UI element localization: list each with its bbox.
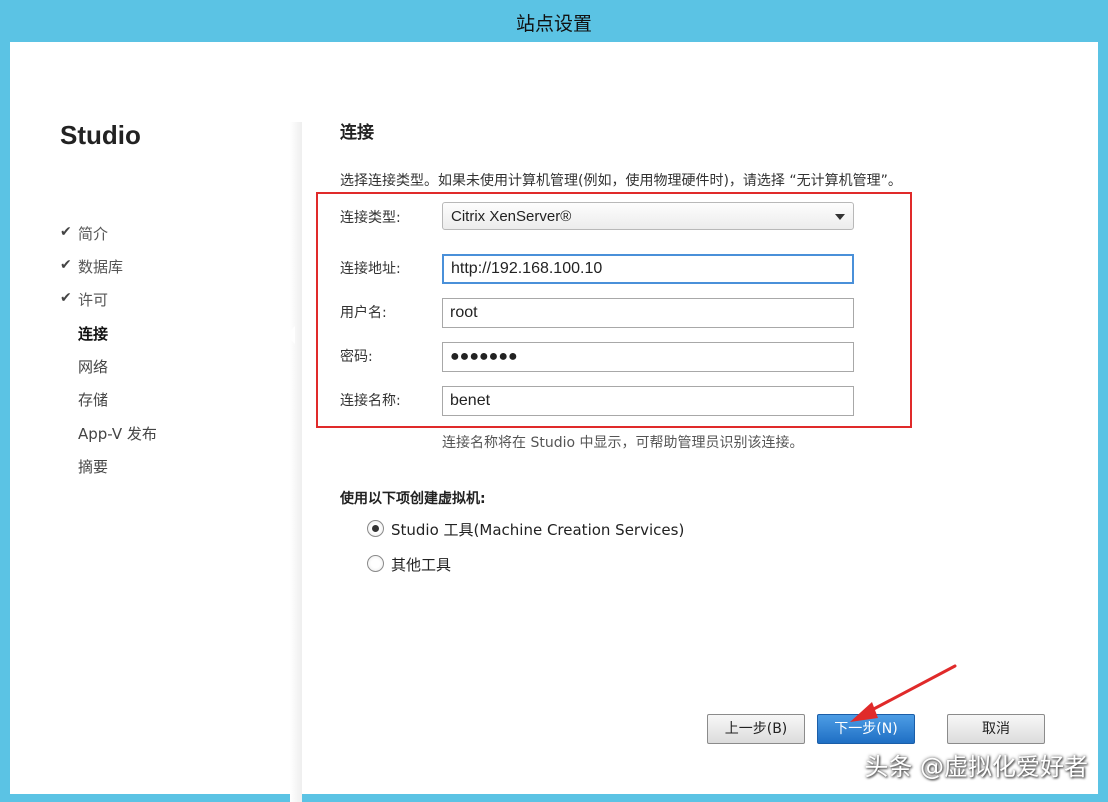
title-bar: 站点设置 xyxy=(0,0,1108,42)
page-description: 选择连接类型。如果未使用计算机管理(例如，使用物理硬件时)，请选择 “无计算机管… xyxy=(340,173,902,189)
connection-name-input[interactable] xyxy=(442,386,854,416)
radio-other-tools-label[interactable]: 其他工具 xyxy=(391,554,451,575)
password-input[interactable] xyxy=(442,342,854,372)
brand-title: Studio xyxy=(60,120,141,150)
username-label: 用户名: xyxy=(340,305,387,321)
back-button[interactable]: 上一步(B) xyxy=(707,714,805,744)
connection-type-label: 连接类型: xyxy=(340,210,401,226)
connection-type-select[interactable]: Citrix XenServer® xyxy=(442,202,854,230)
current-step-pointer xyxy=(286,326,295,344)
radio-studio-tools[interactable] xyxy=(367,520,384,537)
wizard-window: Studio ✔ 简介 ✔ 数据库 ✔ 许可 连接 网络 存储 App-V 发布… xyxy=(10,42,1098,802)
connection-name-label: 连接名称: xyxy=(340,393,401,409)
connection-name-hint: 连接名称将在 Studio 中显示，可帮助管理员识别该连接。 xyxy=(442,435,804,451)
password-label: 密码: xyxy=(340,349,373,365)
page-heading: 连接 xyxy=(340,123,374,143)
radio-studio-tools-label[interactable]: Studio 工具(Machine Creation Services) xyxy=(391,519,684,540)
wizard-sidebar: Studio ✔ 简介 ✔ 数据库 ✔ 许可 连接 网络 存储 App-V 发布… xyxy=(10,42,290,794)
chevron-down-icon xyxy=(835,214,845,220)
checkmark-icon: ✔ xyxy=(60,224,72,240)
vm-creation-label: 使用以下项创建虚拟机: xyxy=(340,491,486,507)
watermark-text: 头条 @虚拟化爱好者 xyxy=(864,753,1088,781)
connection-address-label: 连接地址: xyxy=(340,261,401,277)
checkmark-icon: ✔ xyxy=(60,257,72,273)
pane-divider xyxy=(290,122,302,802)
radio-other-tools[interactable] xyxy=(367,555,384,572)
window-title: 站点设置 xyxy=(515,13,592,35)
cancel-button[interactable]: 取消 xyxy=(947,714,1045,744)
username-input[interactable] xyxy=(442,298,854,328)
checkmark-icon: ✔ xyxy=(60,290,72,306)
connection-address-input[interactable] xyxy=(442,254,854,284)
connection-type-value: Citrix XenServer® xyxy=(451,208,572,225)
next-button[interactable]: 下一步(N) xyxy=(817,714,915,744)
